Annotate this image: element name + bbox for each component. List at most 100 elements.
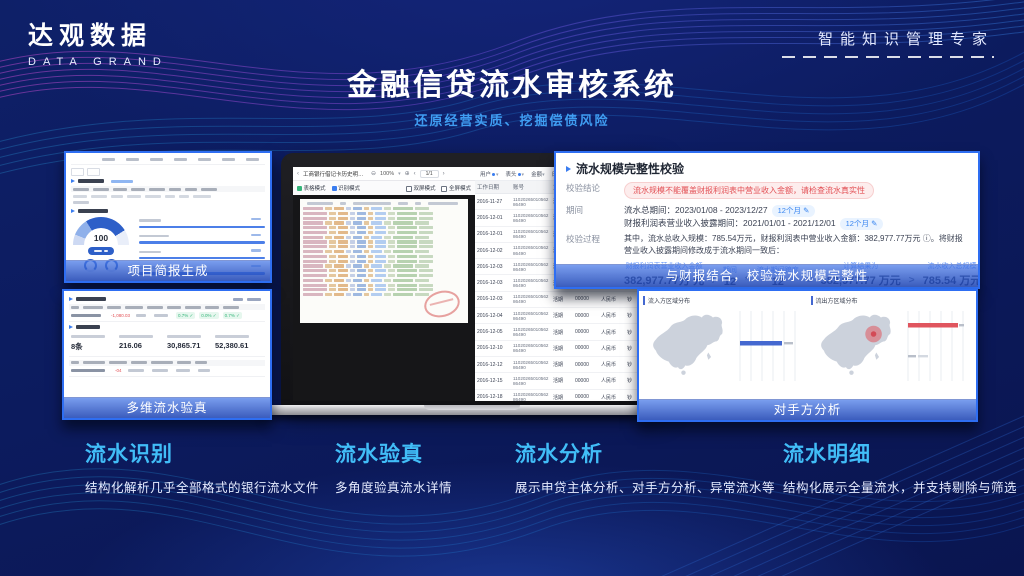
recognize-mode-button[interactable]: 识别模式 <box>332 184 361 192</box>
period-line-1: 流水总期间：2023/01/08 - 2023/12/27 <box>624 205 768 215</box>
scan-cell <box>388 245 395 248</box>
scan-cell <box>388 212 395 215</box>
scan-row <box>303 231 465 234</box>
scan-cell <box>384 207 391 210</box>
scan-cell <box>393 207 413 210</box>
scan-cell <box>303 207 323 210</box>
table-cell: 2016-12-04 <box>475 313 511 319</box>
table-cell: 活期 <box>551 329 573 336</box>
feature-desc: 展示申贷主体分析、对手方分析、异常流水等 <box>515 477 775 496</box>
zoom-out-icon[interactable]: ⊖ <box>371 170 376 177</box>
skeleton-bar <box>169 188 181 191</box>
zoom-in-icon[interactable]: ⊕ <box>405 170 410 177</box>
scan-cell <box>303 250 323 253</box>
score-bar <box>139 218 265 228</box>
scan-cell <box>303 226 327 229</box>
scan-cell <box>419 240 433 243</box>
scan-cell <box>350 226 355 229</box>
zoom-level[interactable]: 100% <box>380 171 394 177</box>
tab-chip[interactable] <box>71 168 84 176</box>
prev-page-icon[interactable]: ‹ <box>414 171 416 177</box>
scan-cell <box>303 288 327 291</box>
skeleton-bar <box>185 306 201 309</box>
table-row: 2016-12-051102026501056286490活期00000人民币钞 <box>475 324 649 340</box>
back-icon[interactable]: ‹ <box>297 171 299 177</box>
scan-cell <box>397 217 417 220</box>
scan-cell <box>303 255 327 258</box>
skeleton-bar <box>205 306 219 309</box>
period-badge-1[interactable]: 12个月 ✎ <box>772 205 816 217</box>
scan-cell <box>325 207 332 210</box>
scan-cell <box>384 293 391 296</box>
period-badge-2[interactable]: 12个月 ✎ <box>840 218 884 230</box>
skeleton-bar <box>73 188 89 191</box>
scan-cell <box>419 260 433 263</box>
document-viewer-pane: ‹ 工商银行借记卡历史明细清.. ⊖ 100% ▾ ⊕ ‹ 1/1 › 表格模式… <box>293 167 475 401</box>
col-account: 账号 <box>511 183 551 191</box>
scan-cell <box>303 293 323 296</box>
check-chip: 0.7% ✓ <box>176 312 195 319</box>
scan-cell <box>364 293 369 296</box>
scan-cell <box>388 269 395 272</box>
stat-value: 30,865.71 <box>167 341 215 350</box>
skeleton-bar <box>167 306 181 309</box>
scan-cell <box>353 236 362 239</box>
scan-cell <box>346 279 351 282</box>
skeleton-bar <box>125 306 143 309</box>
next-page-icon[interactable]: › <box>443 171 445 177</box>
fullscreen-button[interactable]: 全屏模式 <box>441 184 471 192</box>
scan-cell <box>346 207 351 210</box>
skeleton-bar <box>201 188 217 191</box>
scan-row <box>303 274 465 277</box>
skeleton-bar <box>147 306 163 309</box>
table-cell: 2016-12-01 <box>475 231 511 237</box>
scan-cell <box>303 279 323 282</box>
toolbar-buttons[interactable] <box>233 298 265 301</box>
counterparty-body: 流入方区域分布 流出方区域分布 <box>639 291 976 385</box>
table-cell: 1102026501056286490 <box>511 294 551 304</box>
stat-cell: 8条 <box>71 335 119 352</box>
scan-cell <box>397 226 417 229</box>
split-screen-button[interactable]: 双屏模式 <box>406 184 436 192</box>
scan-cell <box>329 284 336 287</box>
scan-row <box>303 269 465 272</box>
scan-cell <box>419 288 433 291</box>
briefing-caption: 项目简报生成 <box>66 260 270 281</box>
zoom-caret-icon[interactable]: ▾ <box>398 171 401 177</box>
filter-header[interactable]: 表头▾ <box>506 170 525 178</box>
skeleton-bar <box>131 361 147 364</box>
skeleton-bar <box>428 202 458 205</box>
scan-cell <box>384 264 391 267</box>
scan-cell <box>375 284 386 287</box>
table-cell: 1102026501056286490 <box>511 392 551 401</box>
section-arrow-icon <box>71 179 75 183</box>
filter-user[interactable]: 用户▾ <box>480 170 499 178</box>
scan-row <box>303 226 465 229</box>
scan-cell <box>325 264 332 267</box>
filter-amount[interactable]: 金额▾ <box>531 170 545 178</box>
scan-cell <box>303 274 327 277</box>
scan-row <box>303 245 465 248</box>
scan-cell <box>419 284 433 287</box>
scan-cell <box>419 274 433 277</box>
scan-cell <box>384 236 391 239</box>
scan-cell <box>303 231 327 234</box>
scan-cell <box>371 221 382 224</box>
stat-label-bar <box>215 335 249 338</box>
skeleton-bar <box>73 195 87 198</box>
stat-value: 216.06 <box>119 341 167 350</box>
skeleton-bar <box>165 195 175 198</box>
table-mode-button[interactable]: 表格模式 <box>297 184 326 192</box>
table-cell: 人民币 <box>599 394 625 401</box>
scan-cell <box>303 264 323 267</box>
scan-cell <box>397 240 417 243</box>
skeleton-bar <box>174 158 187 161</box>
skeleton-bar <box>71 306 79 309</box>
table-row: 2016-12-041102026501056286490活期00000人民币钞 <box>475 308 649 324</box>
scan-cell <box>368 240 373 243</box>
table-cell: 人民币 <box>599 345 625 352</box>
skeleton-bar <box>109 361 127 364</box>
tab-chip[interactable] <box>87 168 100 176</box>
scan-cell <box>329 226 336 229</box>
scan-cell <box>415 221 429 224</box>
